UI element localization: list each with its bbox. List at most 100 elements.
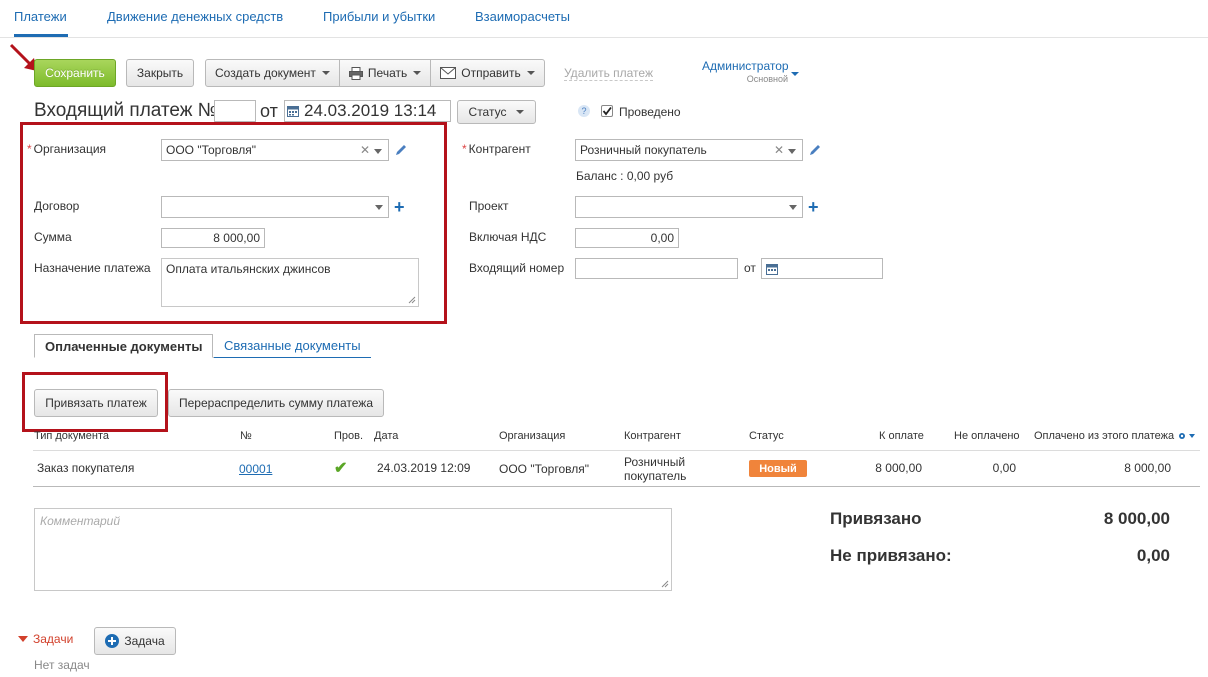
envelope-icon [440,67,457,79]
chevron-down-icon [526,71,535,75]
counterparty-value: Розничный покупатель [580,143,707,157]
table-row[interactable] [33,451,1200,486]
chevron-down-icon [789,205,797,210]
send-label: Отправить [461,66,521,80]
col-posted[interactable]: Пров. [334,430,363,442]
incoming-date-input[interactable] [761,258,883,279]
bound-label: Привязано [830,509,922,528]
from-label: от [260,101,278,121]
edit-pencil-icon[interactable] [808,143,822,157]
row-unpaid: 0,00 [992,461,1016,475]
balance-text: Баланс : 0,00 руб [576,169,674,183]
unbound-value: 0,00 [1136,546,1170,565]
incoming-number-label: Входящий номер [469,261,565,275]
chevron-down-icon [413,71,422,75]
calendar-icon[interactable] [766,263,778,275]
delete-payment-link[interactable]: Удалить платеж [564,66,653,81]
checkmark-icon [602,106,612,116]
vat-label: Включая НДС [469,230,547,244]
table-bottom-divider [33,486,1200,487]
user-name: Администратор [702,59,789,73]
doc-date-value: 24.03.2019 13:14 [304,101,437,120]
col-counterparty[interactable]: Контрагент [624,430,681,442]
tab-cash-flow[interactable]: Движение денежных средств [107,9,283,24]
print-label: Печать [367,66,408,80]
col-number[interactable]: № [240,430,252,442]
save-button[interactable]: Сохранить [34,59,116,87]
vat-input[interactable]: 0,00 [575,228,679,248]
incoming-from-label: от [744,261,756,275]
posted-label: Проведено [619,105,681,119]
close-button[interactable]: Закрыть [126,59,194,87]
status-badge: Новый [749,460,807,477]
calendar-icon[interactable] [287,105,299,117]
doc-number-input[interactable] [214,100,256,122]
chevron-down-icon [788,149,796,154]
tab-paid-documents[interactable]: Оплаченные документы [34,334,214,358]
row-date: 24.03.2019 12:09 [377,461,471,475]
comment-textarea[interactable]: Комментарий [34,508,672,591]
add-task-button[interactable]: Задача [94,627,176,655]
project-label: Проект [469,199,509,213]
col-doc-type[interactable]: Тип документа [34,430,109,442]
counterparty-select[interactable]: Розничный покупатель ✕ [575,139,803,161]
top-nav: Платежи Движение денежных средств Прибыл… [0,0,1208,38]
resize-handle-icon[interactable] [661,580,669,588]
print-button[interactable]: Печать [340,60,432,86]
user-chevron-down-icon[interactable] [791,72,799,76]
tab-linked-documents[interactable]: Связанные документы [214,334,371,358]
tab-profit-loss[interactable]: Прибыли и убытки [323,9,435,24]
page-title: Входящий платеж № [34,100,219,121]
user-role: Основной [746,74,788,84]
no-tasks-text: Нет задач [34,658,90,672]
doc-date-input[interactable]: 24.03.2019 13:14 [284,100,451,122]
printer-icon [348,66,363,80]
create-document-label: Создать документ [215,66,316,80]
row-paid: 8 000,00 [1124,461,1171,475]
counterparty-label: * Контрагент [462,142,531,156]
counterparty-label-text: Контрагент [468,142,531,156]
active-tab-underline [14,34,68,37]
tab-settlements[interactable]: Взаиморасчеты [475,9,570,24]
status-button[interactable]: Статус [457,100,536,124]
col-date[interactable]: Дата [374,430,398,442]
row-organization: ООО "Торговля" [499,462,589,476]
column-settings-gear-icon[interactable] [1178,432,1198,441]
bound-value: 8 000,00 [1103,509,1170,528]
toolbar-group: Создать документ Печать Отправить [205,59,545,87]
tasks-toggle[interactable]: Задачи [18,632,73,646]
create-document-button[interactable]: Создать документ [206,60,340,86]
row-to-pay: 8 000,00 [875,461,922,475]
highlight-box-form [20,122,447,324]
tab-payments[interactable]: Платежи [14,9,67,24]
status-label: Статус [468,105,507,119]
row-counterparty-line1: Розничный [624,455,686,469]
plus-circle-icon [105,634,120,648]
col-to-pay[interactable]: К оплате [879,430,924,442]
collapse-arrow-icon [18,636,28,642]
chevron-down-icon [516,110,525,114]
comment-placeholder: Комментарий [40,514,121,528]
highlight-box-bind [22,372,168,432]
row-doc-type: Заказ покупателя [37,461,135,475]
add-task-label: Задача [124,634,165,648]
redistribute-sum-button[interactable]: Перераспределить сумму платежа [168,389,384,417]
chevron-down-icon [321,71,330,75]
col-paid-from-payment[interactable]: Оплачено из этого платежа [1034,430,1174,442]
help-icon[interactable]: ? [578,105,590,117]
tasks-label: Задачи [33,632,74,646]
unbound-label: Не привязано: [830,546,952,565]
posted-checkbox[interactable] [601,105,613,117]
col-status[interactable]: Статус [749,430,784,442]
col-organization[interactable]: Организация [499,430,565,442]
add-project-icon[interactable]: + [808,198,819,216]
col-unpaid[interactable]: Не оплачено [954,430,1020,442]
user-menu[interactable]: Администратор Основной [702,59,789,84]
send-button[interactable]: Отправить [431,60,544,86]
project-select[interactable] [575,196,803,218]
incoming-number-input[interactable] [575,258,738,279]
row-doc-number-link[interactable]: 00001 [239,462,272,476]
clear-icon[interactable]: ✕ [774,143,784,157]
row-counterparty-line2: покупатель [624,469,687,483]
posted-check-icon: ✔ [334,460,348,477]
